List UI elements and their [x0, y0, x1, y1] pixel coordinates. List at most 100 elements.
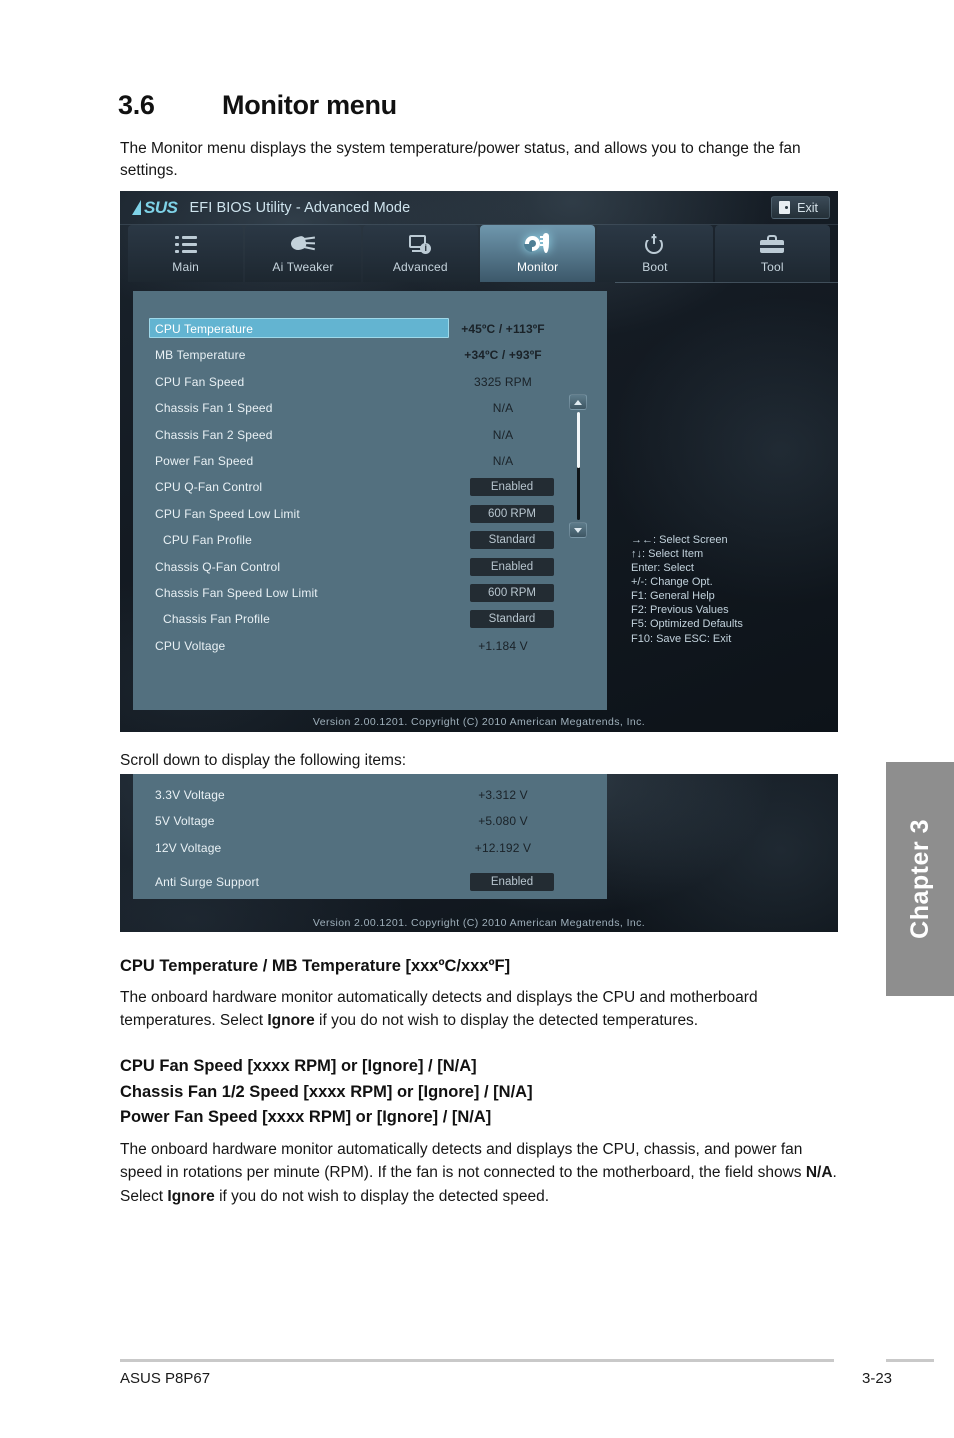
- tab-tool-label: Tool: [760, 260, 784, 274]
- setting-option-button[interactable]: 600 RPM: [470, 504, 554, 523]
- help-key: F2: Previous Values: [631, 604, 729, 617]
- setting-label: 12V Voltage: [155, 840, 222, 855]
- bios-setting-row[interactable]: 12V Voltage +12.192 V: [133, 835, 607, 861]
- scrollbar[interactable]: [569, 394, 587, 538]
- bios-setting-row[interactable]: CPU Temperature +45ºC / +113ºF: [133, 316, 607, 342]
- setting-value: +45ºC / +113ºF: [461, 322, 545, 336]
- para2-a: The onboard hardware monitor automatical…: [120, 1141, 806, 1182]
- bios-setting-row[interactable]: Chassis Fan 2 Speed N/A: [133, 422, 607, 448]
- para1-c: if you do not wish to display the detect…: [314, 1012, 699, 1030]
- setting-label: Chassis Fan 1 Speed: [155, 401, 273, 416]
- setting-value: 3325 RPM: [474, 374, 532, 389]
- para2-bold-ignore: Ignore: [167, 1187, 215, 1205]
- setting-option-button[interactable]: Standard: [470, 531, 554, 550]
- help-key-list: →←: Select Screen ↑↓: Select Item Enter: S…: [631, 533, 836, 646]
- bios-setting-row[interactable]: CPU Fan Speed 3325 RPM: [133, 369, 607, 395]
- power-icon: [644, 232, 665, 256]
- tab-ai-tweaker[interactable]: Ai Tweaker: [245, 225, 361, 282]
- bios-setting-row[interactable]: Chassis Fan Profile Standard: [133, 606, 607, 632]
- tab-main[interactable]: Main: [128, 225, 244, 282]
- paragraph-temperature: The onboard hardware monitor automatical…: [120, 986, 838, 1033]
- setting-label: Chassis Fan Speed Low Limit: [155, 586, 318, 600]
- setting-value: N/A: [492, 401, 514, 416]
- subheading-fan-speed-line2: Chassis Fan 1/2 Speed [xxxx RPM] or [Ign…: [120, 1082, 533, 1101]
- bios-setting-row[interactable]: 3.3V Voltage +3.312 V: [133, 782, 607, 808]
- bios-screenshot-scrolled: 3.3V Voltage +3.312 V 5V Voltage +5.080 V 12…: [120, 774, 838, 932]
- bios-setting-row[interactable]: Chassis Q-Fan Control Enabled: [133, 554, 607, 580]
- setting-option-button[interactable]: 600 RPM: [470, 584, 554, 602]
- bios-screenshot-main: SUS EFI BIOS Utility - Advanced Mode Exi…: [120, 191, 838, 732]
- bios-setting-row[interactable]: Chassis Fan 1 Speed N/A: [133, 395, 607, 421]
- setting-label: CPU Temperature: [155, 322, 254, 336]
- bios-setting-row[interactable]: CPU Fan Speed Low Limit 600 RPM: [133, 501, 607, 527]
- help-key: Enter: Select: [631, 562, 694, 575]
- help-key: +/-: Change Opt.: [631, 576, 713, 589]
- footer-divider-right: [886, 1359, 934, 1362]
- setting-label: CPU Fan Profile: [163, 533, 252, 548]
- bios-content-scrolled: 3.3V Voltage +3.312 V 5V Voltage +5.080 V 12…: [120, 774, 838, 912]
- para2-bold-na: N/A: [805, 1164, 833, 1182]
- section-number: 3.6: [118, 90, 155, 120]
- help-panel: →←: Select Screen ↑↓: Select Item Enter: S…: [615, 282, 838, 710]
- scrollbar-track[interactable]: [577, 412, 580, 520]
- setting-option-button[interactable]: Enabled: [470, 873, 554, 891]
- setting-value: +1.184 V: [478, 638, 528, 653]
- tab-boot[interactable]: Boot: [597, 225, 713, 282]
- list-icon: [174, 232, 197, 256]
- setting-option-button[interactable]: Standard: [470, 610, 554, 629]
- setting-label: 3.3V Voltage: [155, 788, 225, 802]
- help-key: ↑↓: Select Item: [631, 548, 704, 561]
- para1-bold-ignore: Ignore: [267, 1012, 315, 1030]
- help-key: F1: General Help: [631, 590, 715, 603]
- scroll-note: Scroll down to display the following ite…: [120, 752, 407, 769]
- bios-setting-row[interactable]: MB Temperature +34ºC / +93ºF: [133, 342, 607, 368]
- bios-setting-row[interactable]: CPU Fan Profile Standard: [133, 527, 607, 553]
- setting-value: N/A: [492, 454, 514, 468]
- bios-version-text: Version 2.00.1201. Copyright (C) 2010 Am…: [312, 716, 646, 728]
- tab-advanced[interactable]: i Advanced: [362, 225, 478, 282]
- page: 3.6 Monitor menu The Monitor menu displa…: [0, 0, 954, 1438]
- bios-setting-row[interactable]: Chassis Fan Speed Low Limit 600 RPM: [133, 580, 607, 606]
- scroll-down-button[interactable]: [569, 522, 587, 538]
- toolbox-icon: [760, 232, 785, 256]
- setting-value: +3.312 V: [478, 788, 528, 802]
- page-title: 3.6 Monitor menu: [118, 90, 397, 121]
- subheading-fan-speed-line3: Power Fan Speed [xxxx RPM] or [Ignore] /…: [120, 1108, 492, 1127]
- setting-option-button[interactable]: Enabled: [470, 478, 554, 497]
- setting-label: Chassis Q-Fan Control: [155, 559, 281, 574]
- scroll-up-button[interactable]: [569, 394, 587, 410]
- bios-settings-list-scrolled: 3.3V Voltage +3.312 V 5V Voltage +5.080 V 12…: [133, 774, 607, 899]
- bios-tab-bar: Main Ai Tweaker i Advanced Monitor Boot …: [120, 225, 838, 282]
- setting-label: 5V Voltage: [155, 814, 215, 829]
- footer-divider: [120, 1359, 834, 1362]
- tab-main-label: Main: [172, 260, 200, 274]
- setting-value: +12.192 V: [474, 840, 532, 855]
- tab-tool[interactable]: Tool: [714, 225, 830, 282]
- setting-label: MB Temperature: [155, 348, 246, 363]
- bios-setting-row[interactable]: 5V Voltage +5.080 V: [133, 808, 607, 834]
- subheading-fan-speed-line1: CPU Fan Speed [xxxx RPM] or [Ignore] / […: [120, 1057, 477, 1075]
- bios-setting-row[interactable]: CPU Voltage +1.184 V: [133, 633, 607, 659]
- bios-title-bar: SUS EFI BIOS Utility - Advanced Mode Exi…: [120, 191, 838, 225]
- setting-value: N/A: [492, 427, 514, 442]
- bios-content: CPU Temperature +45ºC / +113ºF MB Temperat…: [120, 282, 838, 710]
- chapter-tab-label: Chapter 3: [905, 819, 934, 939]
- setting-option-button[interactable]: Enabled: [470, 557, 554, 576]
- chapter-tab: Chapter 3: [886, 762, 954, 996]
- bios-settings-list: CPU Temperature +45ºC / +113ºF MB Temperat…: [133, 291, 607, 710]
- subheading-cpu-mb-temperature: CPU Temperature / MB Temperature [xxxºC/…: [120, 957, 511, 975]
- tab-monitor[interactable]: Monitor: [479, 225, 596, 282]
- bios-setting-row[interactable]: CPU Q-Fan Control Enabled: [133, 474, 607, 500]
- bios-setting-row[interactable]: Anti Surge Support Enabled: [133, 869, 607, 895]
- exit-button-label: Exit: [797, 200, 818, 215]
- bios-version-text-scrolled: Version 2.00.1201. Copyright (C) 2010 Am…: [312, 917, 646, 929]
- paragraph-fan-speed: The onboard hardware monitor automatical…: [120, 1138, 838, 1208]
- intro-paragraph: The Monitor menu displays the system tem…: [120, 140, 801, 180]
- setting-value: +5.080 V: [478, 814, 528, 829]
- bios-setting-row[interactable]: Power Fan Speed N/A: [133, 448, 607, 474]
- setting-label: Anti Surge Support: [155, 875, 260, 889]
- scrollbar-thumb[interactable]: [577, 412, 580, 469]
- setting-value: +34ºC / +93ºF: [464, 348, 542, 363]
- setting-label: CPU Fan Speed: [155, 374, 245, 389]
- exit-button[interactable]: Exit: [771, 196, 830, 219]
